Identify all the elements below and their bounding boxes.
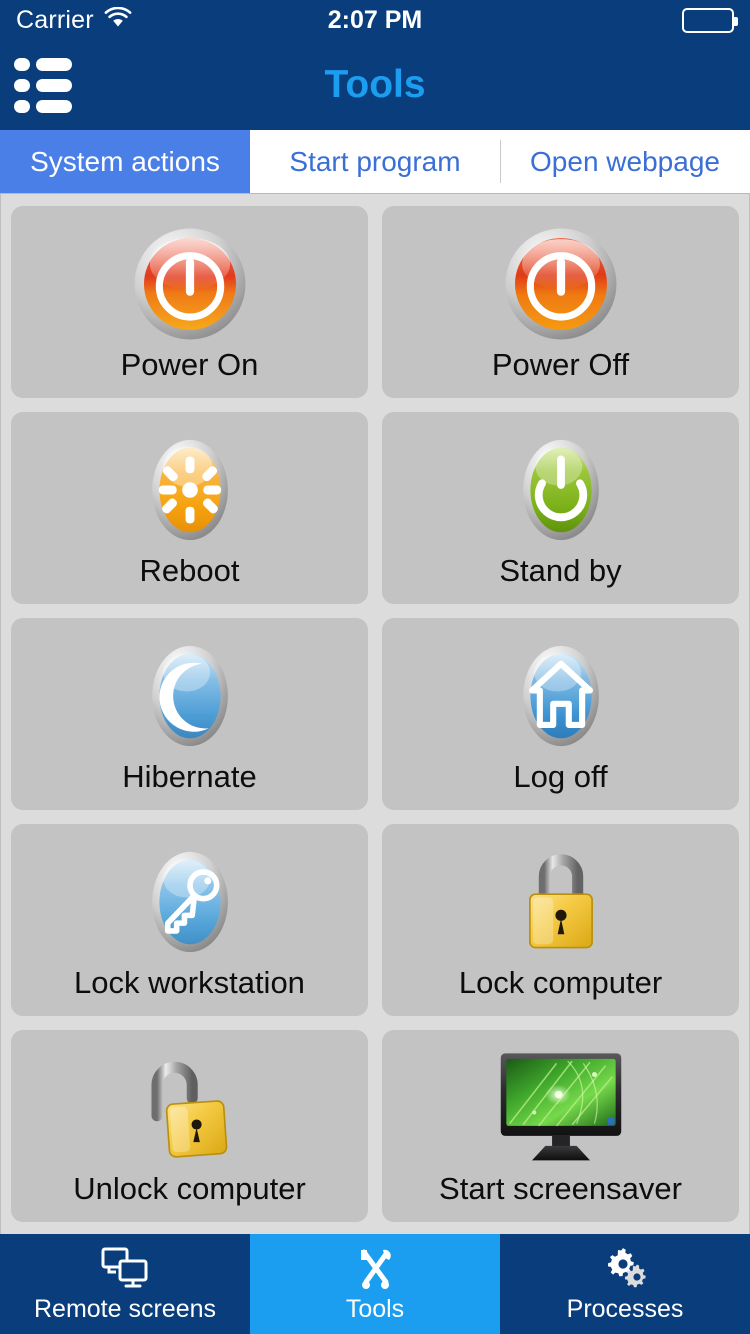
action-label: Unlock computer [73, 1170, 306, 1206]
action-label: Log off [513, 758, 608, 794]
key-icon [134, 843, 246, 961]
action-cell-power-off[interactable]: Power Off [382, 206, 739, 398]
action-cell-unlock-computer[interactable]: Unlock computer [11, 1030, 368, 1222]
tab-open-webpage[interactable]: Open webpage [500, 130, 750, 193]
segmented-tab-bar: System actions Start program Open webpag… [0, 130, 750, 194]
app-root: Carrier 2:07 PM Tools System actions Sta… [0, 0, 750, 1334]
list-menu-icon[interactable] [14, 57, 76, 113]
action-cell-lock-workstation[interactable]: Lock workstation [11, 824, 368, 1016]
power-off-icon [502, 225, 620, 343]
action-label: Stand by [499, 552, 622, 588]
action-cell-log-off[interactable]: Log off [382, 618, 739, 810]
power-on-icon [131, 225, 249, 343]
hammer-wrench-icon [352, 1245, 398, 1291]
bottom-tab-label: Processes [566, 1294, 684, 1323]
bottom-tab-tools[interactable]: Tools [250, 1234, 500, 1334]
gears-icon [600, 1245, 650, 1291]
battery-full-icon [682, 7, 738, 33]
action-label: Lock computer [458, 964, 663, 1000]
padlock-closed-icon [511, 843, 611, 961]
action-cell-reboot[interactable]: Reboot [11, 412, 368, 604]
tab-open-webpage-label: Open webpage [530, 145, 720, 177]
tab-system-actions-label: System actions [30, 145, 220, 177]
reboot-sunburst-icon [134, 431, 246, 549]
bottom-tab-label: Remote screens [33, 1294, 217, 1323]
carrier-label: Carrier [16, 5, 94, 34]
padlock-open-icon [135, 1049, 245, 1167]
action-label: Start screensaver [439, 1170, 682, 1206]
tab-start-program-label: Start program [289, 145, 461, 177]
actions-grid: Power On Power Off Reboot Stand by Hiber… [11, 206, 739, 1222]
actions-scroll-area[interactable]: Power On Power Off Reboot Stand by Hiber… [0, 194, 750, 1234]
action-label: Power On [120, 346, 259, 382]
two-monitors-icon [100, 1245, 150, 1291]
standby-power-icon [505, 431, 617, 549]
wifi-icon [104, 6, 132, 34]
action-cell-power-on[interactable]: Power On [11, 206, 368, 398]
bottom-tab-bar: Remote screens Tools Processes [0, 1234, 750, 1334]
status-bar-left: Carrier [16, 6, 132, 35]
monitor-screensaver-icon [494, 1049, 628, 1167]
moon-icon [134, 637, 246, 755]
action-cell-stand-by[interactable]: Stand by [382, 412, 739, 604]
status-bar: Carrier 2:07 PM [0, 0, 750, 40]
action-label: Lock workstation [74, 964, 305, 1000]
action-label: Hibernate [122, 758, 257, 794]
bottom-tab-remote-screens[interactable]: Remote screens [0, 1234, 250, 1334]
home-icon [505, 637, 617, 755]
status-bar-right [682, 7, 738, 33]
bottom-tab-label: Tools [345, 1294, 405, 1323]
action-label: Reboot [139, 552, 240, 588]
tab-system-actions[interactable]: System actions [0, 130, 250, 193]
nav-bar: Tools [0, 40, 750, 130]
bottom-tab-processes[interactable]: Processes [500, 1234, 750, 1334]
action-cell-start-screensaver[interactable]: Start screensaver [382, 1030, 739, 1222]
action-label: Power Off [491, 346, 630, 382]
tab-start-program[interactable]: Start program [250, 130, 500, 193]
action-cell-lock-computer[interactable]: Lock computer [382, 824, 739, 1016]
page-title: Tools [324, 63, 426, 106]
action-cell-hibernate[interactable]: Hibernate [11, 618, 368, 810]
